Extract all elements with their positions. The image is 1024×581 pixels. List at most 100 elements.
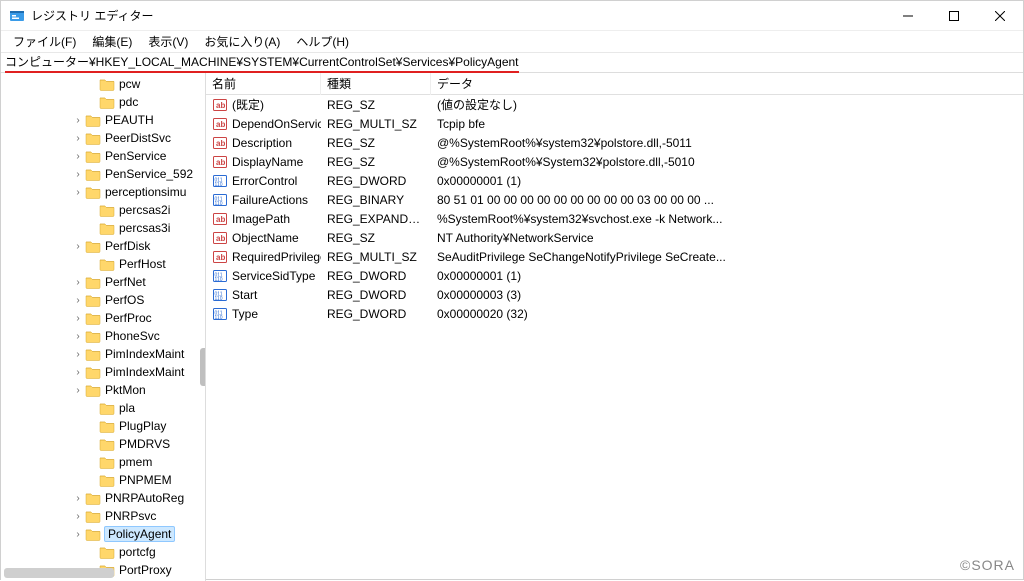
close-button[interactable]	[977, 1, 1023, 31]
tree-item[interactable]: › perceptionsimu	[1, 183, 205, 201]
menu-edit[interactable]: 編集(E)	[84, 31, 140, 52]
chevron-icon[interactable]: ›	[71, 493, 85, 504]
col-data[interactable]: データ	[431, 73, 1023, 95]
chevron-icon[interactable]: ›	[71, 295, 85, 306]
tree-item[interactable]: › PNRPsvc	[1, 507, 205, 525]
tree-item[interactable]: › PenService	[1, 147, 205, 165]
chevron-icon[interactable]: ›	[71, 529, 85, 540]
folder-icon	[99, 473, 115, 487]
tree-item[interactable]: › PimIndexMaint	[1, 363, 205, 381]
chevron-icon[interactable]: ›	[71, 187, 85, 198]
tree-item[interactable]: › PktMon	[1, 381, 205, 399]
binary-value-icon: 011 110	[212, 306, 228, 322]
tree-item-label: PimIndexMaint	[105, 347, 184, 361]
tree-item[interactable]: pmem	[1, 453, 205, 471]
value-row[interactable]: 011 110 ErrorControlREG_DWORD0x00000001 …	[206, 171, 1023, 190]
list-header: 名前 種類 データ	[206, 73, 1023, 95]
chevron-icon[interactable]: ›	[71, 385, 85, 396]
chevron-icon[interactable]: ›	[71, 313, 85, 324]
folder-icon	[85, 347, 101, 361]
tree-hscroll-thumb[interactable]	[4, 568, 114, 578]
chevron-icon[interactable]: ›	[71, 151, 85, 162]
folder-icon	[99, 419, 115, 433]
svg-text:ab: ab	[216, 215, 225, 224]
value-row[interactable]: ab DisplayNameREG_SZ@%SystemRoot%¥System…	[206, 152, 1023, 171]
chevron-icon[interactable]: ›	[71, 277, 85, 288]
tree-item-label: pmem	[119, 455, 152, 469]
chevron-icon[interactable]: ›	[71, 367, 85, 378]
value-name: DependOnService	[232, 117, 321, 131]
tree-item[interactable]: › PerfOS	[1, 291, 205, 309]
tree-item[interactable]: pdc	[1, 93, 205, 111]
menu-favorites[interactable]: お気に入り(A)	[196, 31, 288, 52]
folder-icon	[85, 491, 101, 505]
tree-item-label: pla	[119, 401, 135, 415]
chevron-icon[interactable]: ›	[71, 511, 85, 522]
tree-item[interactable]: percsas2i	[1, 201, 205, 219]
tree-pane: pcw pdc› PEAUTH› PeerDistSvc› PenService…	[1, 73, 206, 581]
menu-file[interactable]: ファイル(F)	[5, 31, 84, 52]
col-type[interactable]: 種類	[321, 73, 431, 95]
address-path: コンピューター¥HKEY_LOCAL_MACHINE¥SYSTEM¥Curren…	[5, 53, 519, 73]
chevron-icon[interactable]: ›	[71, 115, 85, 126]
tree-item[interactable]: › PhoneSvc	[1, 327, 205, 345]
tree-item[interactable]: › PenService_592	[1, 165, 205, 183]
value-row[interactable]: ab DescriptionREG_SZ@%SystemRoot%¥system…	[206, 133, 1023, 152]
value-row[interactable]: 011 110 ServiceSidTypeREG_DWORD0x0000000…	[206, 266, 1023, 285]
tree-item-label: PolicyAgent	[104, 526, 175, 542]
tree-item[interactable]: › PNRPAutoReg	[1, 489, 205, 507]
chevron-icon[interactable]: ›	[71, 349, 85, 360]
tree-item[interactable]: pla	[1, 399, 205, 417]
tree-item[interactable]: › PerfProc	[1, 309, 205, 327]
value-row[interactable]: 011 110 FailureActionsREG_BINARY80 51 01…	[206, 190, 1023, 209]
svg-text:ab: ab	[216, 139, 225, 148]
folder-icon	[85, 167, 101, 181]
tree-item-label: percsas3i	[119, 221, 170, 235]
value-row[interactable]: 011 110 TypeREG_DWORD0x00000020 (32)	[206, 304, 1023, 323]
svg-text:ab: ab	[216, 234, 225, 243]
value-type: REG_SZ	[321, 98, 431, 112]
tree-item[interactable]: percsas3i	[1, 219, 205, 237]
value-row[interactable]: ab (既定)REG_SZ(値の設定なし)	[206, 95, 1023, 114]
svg-text:ab: ab	[216, 101, 225, 110]
tree-item[interactable]: PerfHost	[1, 255, 205, 273]
tree-item[interactable]: portcfg	[1, 543, 205, 561]
value-row[interactable]: ab DependOnServiceREG_MULTI_SZTcpip bfe	[206, 114, 1023, 133]
minimize-button[interactable]	[885, 1, 931, 31]
tree-item[interactable]: › PimIndexMaint	[1, 345, 205, 363]
folder-icon	[99, 257, 115, 271]
menu-help[interactable]: ヘルプ(H)	[288, 31, 357, 52]
maximize-button[interactable]	[931, 1, 977, 31]
tree-item-label: PimIndexMaint	[105, 365, 184, 379]
tree-item[interactable]: › PolicyAgent	[1, 525, 205, 543]
chevron-icon[interactable]: ›	[71, 169, 85, 180]
tree-item[interactable]: PlugPlay	[1, 417, 205, 435]
tree-item[interactable]: PMDRVS	[1, 435, 205, 453]
value-data: @%SystemRoot%¥System32¥polstore.dll,-501…	[431, 155, 1023, 169]
tree-item[interactable]: › PeerDistSvc	[1, 129, 205, 147]
chevron-icon[interactable]: ›	[71, 133, 85, 144]
tree-item[interactable]: › PerfDisk	[1, 237, 205, 255]
folder-icon	[85, 329, 101, 343]
chevron-icon[interactable]: ›	[71, 331, 85, 342]
tree-item[interactable]: pcw	[1, 75, 205, 93]
value-row[interactable]: ab ObjectNameREG_SZNT Authority¥NetworkS…	[206, 228, 1023, 247]
folder-icon	[99, 437, 115, 451]
value-type: REG_DWORD	[321, 269, 431, 283]
folder-icon	[85, 383, 101, 397]
tree-item[interactable]: › PEAUTH	[1, 111, 205, 129]
value-row[interactable]: ab ImagePathREG_EXPAND_SZ%SystemRoot%¥sy…	[206, 209, 1023, 228]
tree-item[interactable]: PNPMEM	[1, 471, 205, 489]
value-row[interactable]: 011 110 StartREG_DWORD0x00000003 (3)	[206, 285, 1023, 304]
address-bar[interactable]: コンピューター¥HKEY_LOCAL_MACHINE¥SYSTEM¥Curren…	[1, 53, 1023, 73]
chevron-icon[interactable]: ›	[71, 241, 85, 252]
folder-icon	[85, 131, 101, 145]
value-data: (値の設定なし)	[431, 96, 1023, 113]
value-name: DisplayName	[232, 155, 303, 169]
menu-view[interactable]: 表示(V)	[140, 31, 196, 52]
value-name: FailureActions	[232, 193, 308, 207]
col-name[interactable]: 名前	[206, 73, 321, 95]
value-row[interactable]: ab RequiredPrivilegesREG_MULTI_SZSeAudit…	[206, 247, 1023, 266]
tree-item[interactable]: › PerfNet	[1, 273, 205, 291]
tree-item-label: PerfProc	[105, 311, 152, 325]
